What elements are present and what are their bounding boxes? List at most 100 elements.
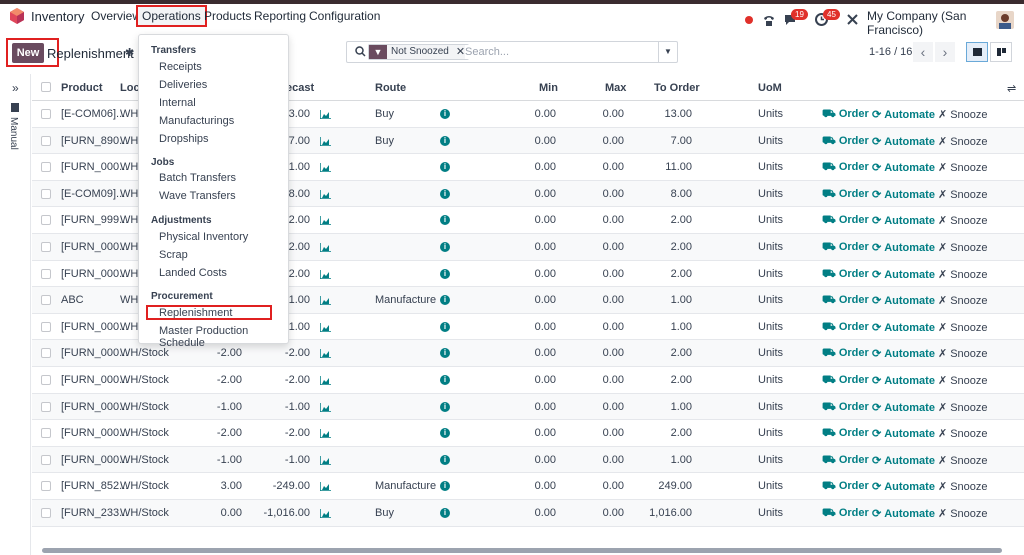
row-checkbox[interactable] (41, 428, 51, 439)
info-icon[interactable]: i (440, 242, 450, 252)
cell-product[interactable]: [FURN_000... (61, 374, 128, 386)
automate-button[interactable]: ⟳ Automate (872, 321, 935, 334)
pager-value[interactable]: 1-16 / 16 (869, 46, 912, 58)
row-checkbox[interactable] (41, 215, 51, 226)
nav-configuration[interactable]: Configuration (309, 9, 380, 23)
snooze-button[interactable]: ✗ Snooze (938, 401, 988, 414)
order-button[interactable]: ⛟ Order (822, 268, 869, 282)
order-button[interactable]: ⛟ Order (822, 480, 869, 494)
forecast-chart-icon[interactable] (320, 349, 331, 359)
snooze-button[interactable]: ✗ Snooze (938, 347, 988, 360)
forecast-chart-icon[interactable] (320, 189, 331, 199)
row-checkbox[interactable] (41, 401, 51, 412)
automate-button[interactable]: ⟳ Automate (872, 401, 935, 414)
automate-button[interactable]: ⟳ Automate (872, 268, 935, 281)
automate-button[interactable]: ⟳ Automate (872, 108, 935, 121)
forecast-chart-icon[interactable] (320, 509, 331, 518)
column-to-order[interactable]: To Order (654, 82, 700, 94)
order-button[interactable]: ⛟ Order (822, 108, 869, 122)
forecast-chart-icon[interactable] (320, 376, 331, 385)
forecast-chart-icon[interactable] (320, 269, 331, 279)
row-checkbox[interactable] (41, 375, 51, 385)
snooze-button[interactable]: ✗ Snooze (938, 241, 988, 254)
menu-item-landed-costs[interactable]: Landed Costs (159, 267, 227, 279)
column-min[interactable]: Min (539, 82, 558, 94)
cell-product[interactable]: [FURN_000... (61, 347, 128, 359)
cell-product[interactable]: [FURN_852... (61, 480, 128, 492)
automate-button[interactable]: ⟳ Automate (872, 480, 935, 493)
tools-icon[interactable] (846, 13, 859, 26)
menu-item-receipts[interactable]: Receipts (159, 61, 202, 73)
forecast-chart-icon[interactable] (320, 482, 331, 492)
snooze-button[interactable]: ✗ Snooze (938, 374, 988, 387)
inventory-app-icon[interactable] (10, 8, 24, 24)
info-icon[interactable]: i (440, 268, 450, 279)
menu-item-manufacturings[interactable]: Manufacturings (159, 115, 234, 127)
automate-button[interactable]: ⟳ Automate (872, 294, 935, 307)
snooze-button[interactable]: ✗ Snooze (938, 427, 988, 440)
cell-product[interactable]: [FURN_000... (61, 427, 128, 439)
row-checkbox[interactable] (41, 295, 51, 306)
order-button[interactable]: ⛟ Order (822, 214, 869, 228)
column-settings-icon[interactable]: ⇌ (1007, 82, 1016, 95)
forecast-chart-icon[interactable] (320, 110, 331, 119)
row-checkbox[interactable] (41, 508, 51, 518)
order-button[interactable]: ⛟ Order (822, 507, 869, 521)
forecast-chart-icon[interactable] (320, 216, 331, 226)
menu-item-batch-transfers[interactable]: Batch Transfers (159, 172, 236, 184)
info-icon[interactable]: i (440, 135, 450, 146)
menu-item-scrap[interactable]: Scrap (159, 249, 188, 261)
menu-item-physical-inventory[interactable]: Physical Inventory (159, 231, 248, 243)
automate-button[interactable]: ⟳ Automate (872, 454, 935, 467)
expand-chevron-icon[interactable]: » (12, 81, 19, 95)
forecast-chart-icon[interactable] (320, 296, 331, 306)
filter-facet[interactable]: ▼ Not Snoozed ✕ (368, 44, 470, 60)
order-button[interactable]: ⛟ Order (822, 135, 869, 149)
automate-button[interactable]: ⟳ Automate (872, 188, 935, 201)
row-checkbox[interactable] (41, 454, 51, 465)
kanban-view-button[interactable] (990, 42, 1012, 62)
snooze-button[interactable]: ✗ Snooze (938, 268, 988, 281)
snooze-button[interactable]: ✗ Snooze (938, 214, 988, 227)
forecast-chart-icon[interactable] (320, 455, 331, 465)
forecast-chart-icon[interactable] (320, 322, 331, 332)
snooze-button[interactable]: ✗ Snooze (938, 135, 988, 148)
info-icon[interactable]: i (440, 321, 450, 332)
cell-product[interactable]: [FURN_890... (61, 135, 128, 147)
cell-product[interactable]: [FURN_000... (61, 321, 128, 333)
new-button[interactable]: New (12, 43, 44, 63)
snooze-button[interactable]: ✗ Snooze (938, 294, 988, 307)
search-input[interactable] (465, 45, 655, 59)
order-button[interactable]: ⛟ Order (822, 401, 869, 415)
info-icon[interactable]: i (440, 401, 450, 412)
order-button[interactable]: ⛟ Order (822, 161, 869, 175)
cell-product[interactable]: [FURN_000... (61, 401, 128, 413)
column-uom[interactable]: UoM (758, 82, 782, 94)
automate-button[interactable]: ⟳ Automate (872, 214, 935, 227)
row-checkbox[interactable] (41, 109, 51, 119)
info-icon[interactable]: i (440, 188, 450, 199)
automate-button[interactable]: ⟳ Automate (872, 427, 935, 440)
automate-button[interactable]: ⟳ Automate (872, 374, 935, 387)
order-button[interactable]: ⛟ Order (822, 374, 869, 388)
horizontal-scrollbar[interactable] (32, 545, 1024, 555)
cell-product[interactable]: [E-COM09]... (61, 188, 125, 200)
phone-icon[interactable] (762, 13, 776, 27)
cell-product[interactable]: [FURN_000... (61, 454, 128, 466)
cell-product[interactable]: [E-COM06]... (61, 108, 125, 120)
column-forecast[interactable]: ecast (286, 82, 314, 94)
automate-button[interactable]: ⟳ Automate (872, 347, 935, 360)
snooze-button[interactable]: ✗ Snooze (938, 454, 988, 467)
pager-prev-button[interactable]: ‹ (913, 42, 933, 62)
forecast-chart-icon[interactable] (320, 243, 331, 252)
nav-reporting[interactable]: Reporting (254, 9, 306, 23)
row-checkbox[interactable] (41, 242, 51, 252)
order-button[interactable]: ⛟ Order (822, 294, 869, 308)
menu-item-deliveries[interactable]: Deliveries (159, 79, 207, 91)
snooze-button[interactable]: ✗ Snooze (938, 161, 988, 174)
row-checkbox[interactable] (41, 268, 51, 279)
order-button[interactable]: ⛟ Order (822, 321, 869, 335)
order-button[interactable]: ⛟ Order (822, 241, 869, 255)
snooze-button[interactable]: ✗ Snooze (938, 108, 988, 121)
automate-button[interactable]: ⟳ Automate (872, 161, 935, 174)
